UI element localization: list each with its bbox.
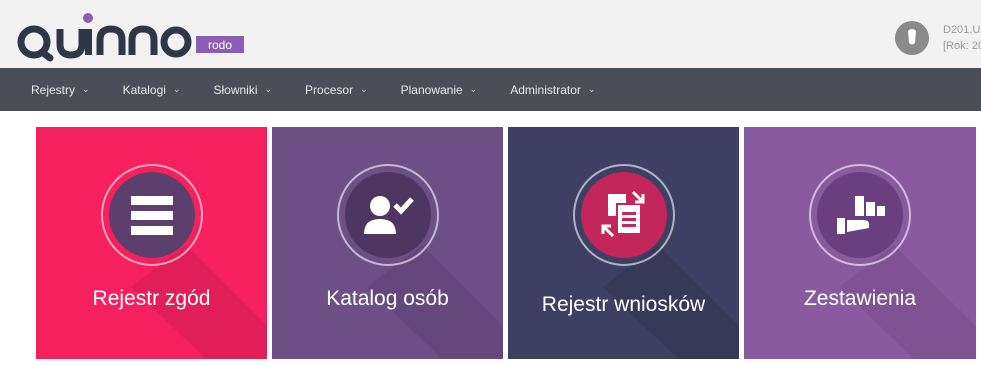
tile-katalog-osob[interactable]: Katalog osób (272, 127, 503, 359)
nav-item-label: Słowniki (213, 82, 258, 97)
user-info[interactable]: D201.UA [Rok: 2020 (895, 18, 981, 58)
main-nav: Rejestry ⌄ Katalogi ⌄ Słowniki ⌄ Proceso… (0, 68, 981, 111)
nav-item-rejestry[interactable]: Rejestry ⌄ (31, 83, 90, 97)
nav-item-label: Katalogi (122, 82, 166, 97)
chevron-down-icon: ⌄ (469, 84, 478, 94)
chart-hand-icon (817, 172, 903, 258)
user-id: D201.UA (943, 24, 981, 36)
nav-item-katalogi[interactable]: Katalogi ⌄ (123, 83, 181, 97)
tile-zestawienia[interactable]: Zestawienia (744, 127, 976, 359)
user-avatar-icon[interactable] (895, 21, 929, 55)
document-exchange-icon (581, 172, 667, 258)
user-year: [Rok: 2020 (943, 40, 981, 52)
quinno-logo[interactable]: rodo (14, 12, 254, 62)
chevron-down-icon: ⌄ (172, 84, 181, 94)
tile-label: Zestawienia (803, 287, 917, 310)
list-icon (109, 172, 195, 258)
nav-item-label: Rejestry (31, 82, 76, 97)
chevron-down-icon: ⌄ (82, 84, 90, 94)
chevron-down-icon: ⌄ (587, 84, 596, 94)
app-header: rodo D201.UA [Rok: 2020 (0, 0, 981, 68)
nav-item-label: Procesor (305, 82, 354, 97)
user-text: D201.UA [Rok: 2020 (943, 22, 981, 54)
product-badge: rodo (208, 38, 232, 52)
nav-item-procesor[interactable]: Procesor ⌄ (305, 83, 368, 97)
nav-item-planowanie[interactable]: Planowanie ⌄ (401, 83, 478, 97)
nav-item-administrator[interactable]: Administrator ⌄ (510, 83, 595, 97)
tile-label: Rejestr wniosków (541, 293, 706, 316)
chevron-down-icon: ⌄ (264, 84, 273, 94)
tile-rejestr-zgod[interactable]: Rejestr zgód (36, 127, 267, 359)
tile-label: Katalog osób (326, 287, 449, 310)
nav-item-label: Planowanie (400, 82, 463, 97)
tile-label: Rejestr zgód (92, 287, 211, 310)
chevron-down-icon: ⌄ (360, 84, 368, 94)
user-check-icon (345, 172, 431, 258)
nav-item-slowniki[interactable]: Słowniki ⌄ (213, 83, 272, 97)
tile-rejestr-wnioskow[interactable]: Rejestr wniosków (508, 127, 739, 359)
nav-item-label: Administrator (510, 82, 581, 97)
